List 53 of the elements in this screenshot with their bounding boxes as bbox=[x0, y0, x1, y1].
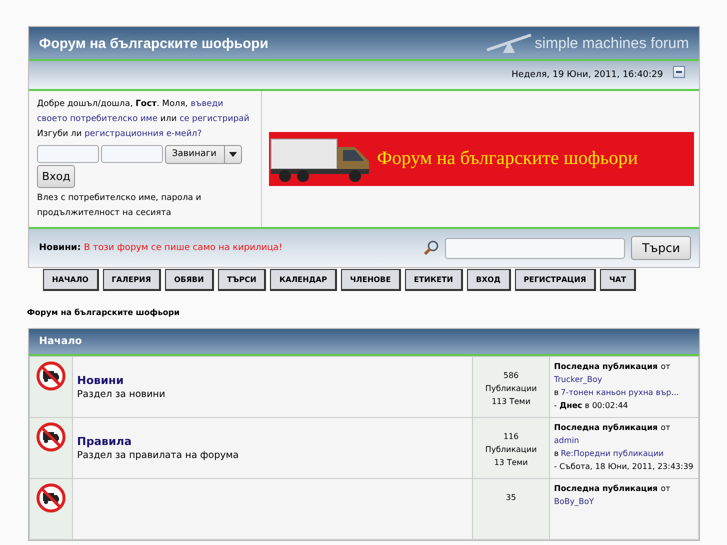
by-text: от bbox=[660, 362, 670, 371]
category-header: Начало bbox=[29, 329, 699, 356]
by-text: от bbox=[660, 423, 670, 432]
post-time: - Събота, 18 Юни, 2011, 23:43:39 bbox=[554, 461, 694, 473]
board-link[interactable]: Правила bbox=[77, 435, 468, 448]
username-field[interactable] bbox=[37, 145, 99, 163]
no-trucks-icon bbox=[36, 483, 66, 513]
in-text: в bbox=[554, 388, 559, 397]
posts-label: Публикации bbox=[484, 444, 538, 456]
login-link[interactable]: своето потребителско име bbox=[37, 114, 158, 124]
search-button[interactable]: Търси bbox=[631, 236, 691, 260]
post-count: 35 bbox=[504, 492, 518, 504]
news-text: В този форум се пише само на кирилица! bbox=[84, 243, 282, 253]
user-link[interactable]: Trucker_Boy bbox=[554, 373, 694, 386]
topic-link[interactable]: Re:Поредни публикации bbox=[560, 449, 664, 458]
post-time: - Днес в 00:02:44 bbox=[554, 400, 629, 412]
user-link[interactable]: admin bbox=[554, 434, 694, 447]
password-field[interactable] bbox=[101, 145, 163, 163]
search-icon bbox=[423, 240, 440, 256]
topic-count: 13 Теми bbox=[493, 457, 529, 469]
in-text: в bbox=[554, 449, 559, 458]
last-post-label: Последна публикация bbox=[554, 423, 658, 432]
topic-count: 113 Теми bbox=[490, 396, 532, 408]
no-trucks-icon bbox=[36, 422, 66, 452]
search-field[interactable] bbox=[445, 238, 626, 258]
logo-text: simple machines forum bbox=[534, 34, 689, 52]
board-description: Раздел за правилата на форума bbox=[77, 450, 240, 461]
lost-email-link[interactable]: регистрационния е-мейл? bbox=[84, 129, 202, 139]
lost-email-text: Изгуби ли регистрационния е-мейл? bbox=[37, 128, 203, 141]
caret-icon bbox=[229, 152, 238, 157]
login-link[interactable]: въведи bbox=[190, 99, 224, 109]
no-trucks-icon bbox=[36, 361, 66, 391]
last-post-label: Последна публикация bbox=[554, 362, 658, 371]
last-post-label: Последна публикация bbox=[554, 484, 658, 493]
seesaw-logo-icon bbox=[484, 31, 533, 55]
breadcrumb-link[interactable]: Форум на българските шофьори bbox=[27, 308, 699, 317]
forum-title: Форум на българските шофьори bbox=[39, 35, 268, 51]
topic-link[interactable]: 7-тонен каньон рухна вър... bbox=[560, 388, 679, 397]
login-button[interactable]: Вход bbox=[37, 165, 76, 188]
date-time: Неделя, 19 Юни, 2011, 16:40:29 bbox=[512, 70, 663, 80]
banner-text: Форум на българските шофьори bbox=[377, 148, 638, 170]
session-dropdown[interactable]: Завинаги bbox=[165, 145, 242, 164]
board-description: Раздел за новини bbox=[77, 389, 166, 400]
board-link[interactable]: Новини bbox=[77, 374, 468, 387]
login-hint: Влез с потребителско име, парола и продължителност на сесията bbox=[37, 192, 202, 220]
collapse-icon[interactable] bbox=[673, 66, 685, 78]
post-count: 116 bbox=[502, 431, 520, 443]
news-label: Новини: bbox=[39, 243, 81, 253]
register-link[interactable]: се регистрирай bbox=[179, 114, 250, 124]
posts-label: Публикации bbox=[484, 383, 538, 395]
user-link[interactable]: BoBy_BoY bbox=[554, 495, 694, 508]
post-count: 586 bbox=[502, 370, 520, 382]
by-text: от bbox=[660, 484, 670, 493]
